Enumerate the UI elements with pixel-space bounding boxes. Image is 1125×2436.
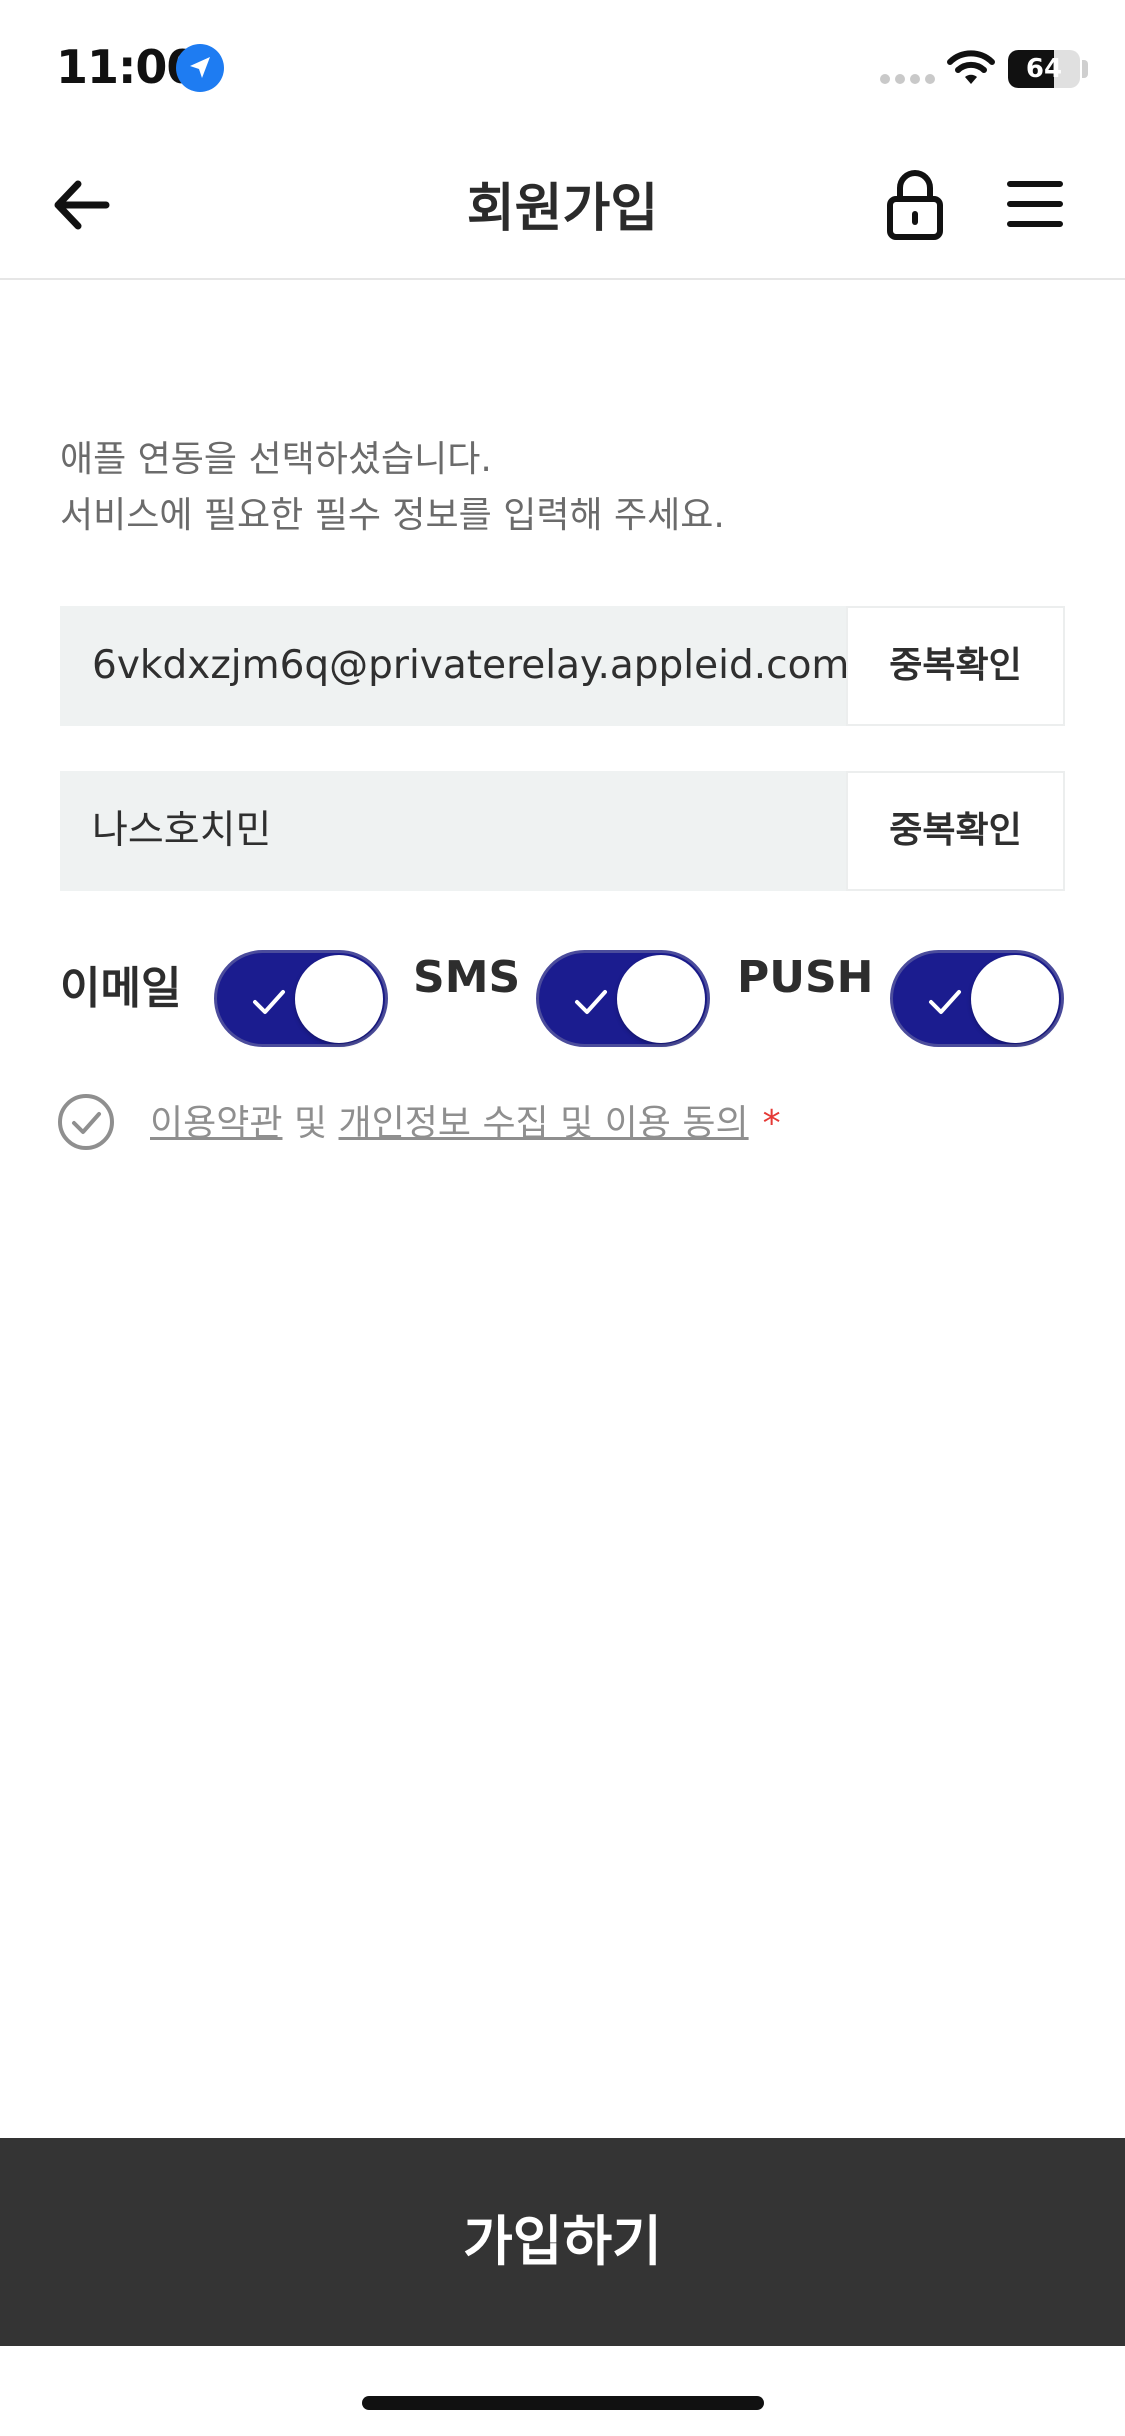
toggle-knob bbox=[971, 955, 1059, 1043]
battery-percent: 64 bbox=[1025, 54, 1063, 84]
check-circle-icon bbox=[58, 1094, 114, 1150]
sms-toggle-label: SMS bbox=[413, 952, 521, 1003]
signup-description: 애플 연동을 선택하셨습니다. 서비스에 필요한 필수 정보를 입력해 주세요. bbox=[60, 432, 725, 544]
lock-icon bbox=[887, 170, 943, 240]
nickname-field-row: 나스호치민 중복확인 bbox=[60, 771, 1065, 891]
terms-link[interactable]: 이용약관 bbox=[150, 1103, 282, 1144]
privacy-consent-link[interactable]: 개인정보 수집 및 이용 동의 bbox=[339, 1103, 749, 1144]
location-arrow-icon bbox=[176, 44, 224, 92]
wifi-icon bbox=[947, 50, 995, 84]
status-bar: 11:00 64 bbox=[0, 0, 1125, 130]
check-icon bbox=[929, 990, 961, 1014]
hamburger-menu-icon bbox=[1007, 181, 1063, 227]
battery-icon: 64 bbox=[1008, 50, 1080, 88]
push-toggle[interactable] bbox=[890, 950, 1064, 1047]
email-toggle[interactable] bbox=[214, 950, 388, 1047]
menu-button[interactable] bbox=[1004, 174, 1066, 234]
email-field-row: 6vkdxzjm6q@privaterelay.appleid.com 중복확인 bbox=[60, 606, 1065, 726]
nickname-duplicate-check-button[interactable]: 중복확인 bbox=[846, 771, 1065, 891]
check-icon bbox=[253, 990, 285, 1014]
description-line-2: 서비스에 필요한 필수 정보를 입력해 주세요. bbox=[60, 495, 725, 536]
description-line-1: 애플 연동을 선택하셨습니다. bbox=[60, 439, 492, 480]
push-toggle-label: PUSH bbox=[737, 952, 874, 1003]
toggle-knob bbox=[295, 955, 383, 1043]
email-field[interactable]: 6vkdxzjm6q@privaterelay.appleid.com bbox=[60, 606, 846, 726]
nickname-field[interactable]: 나스호치민 bbox=[60, 771, 846, 891]
sms-toggle[interactable] bbox=[536, 950, 710, 1047]
signup-submit-button[interactable]: 가입하기 bbox=[0, 2138, 1125, 2346]
required-mark: * bbox=[762, 1103, 781, 1144]
lock-button[interactable] bbox=[880, 166, 950, 242]
signal-dots-icon bbox=[880, 74, 936, 86]
app-header: 회원가입 bbox=[0, 130, 1125, 280]
agreement-text: 이용약관 및 개인정보 수집 및 이용 동의 * bbox=[150, 1094, 781, 1146]
email-toggle-label: 이메일 bbox=[60, 963, 182, 1014]
agreement-connector: 및 bbox=[293, 1103, 328, 1144]
check-icon bbox=[575, 990, 607, 1014]
page-title: 회원가입 bbox=[466, 179, 659, 239]
toggle-knob bbox=[617, 955, 705, 1043]
email-duplicate-check-button[interactable]: 중복확인 bbox=[846, 606, 1065, 726]
battery-tip bbox=[1082, 60, 1088, 78]
agreement-checkbox[interactable] bbox=[56, 1092, 116, 1152]
home-indicator bbox=[362, 2396, 764, 2410]
signup-screen: 11:00 64 회원가입 애플 연동을 선택하셨습니다. 서비스에 필요한 필… bbox=[0, 0, 1125, 2436]
